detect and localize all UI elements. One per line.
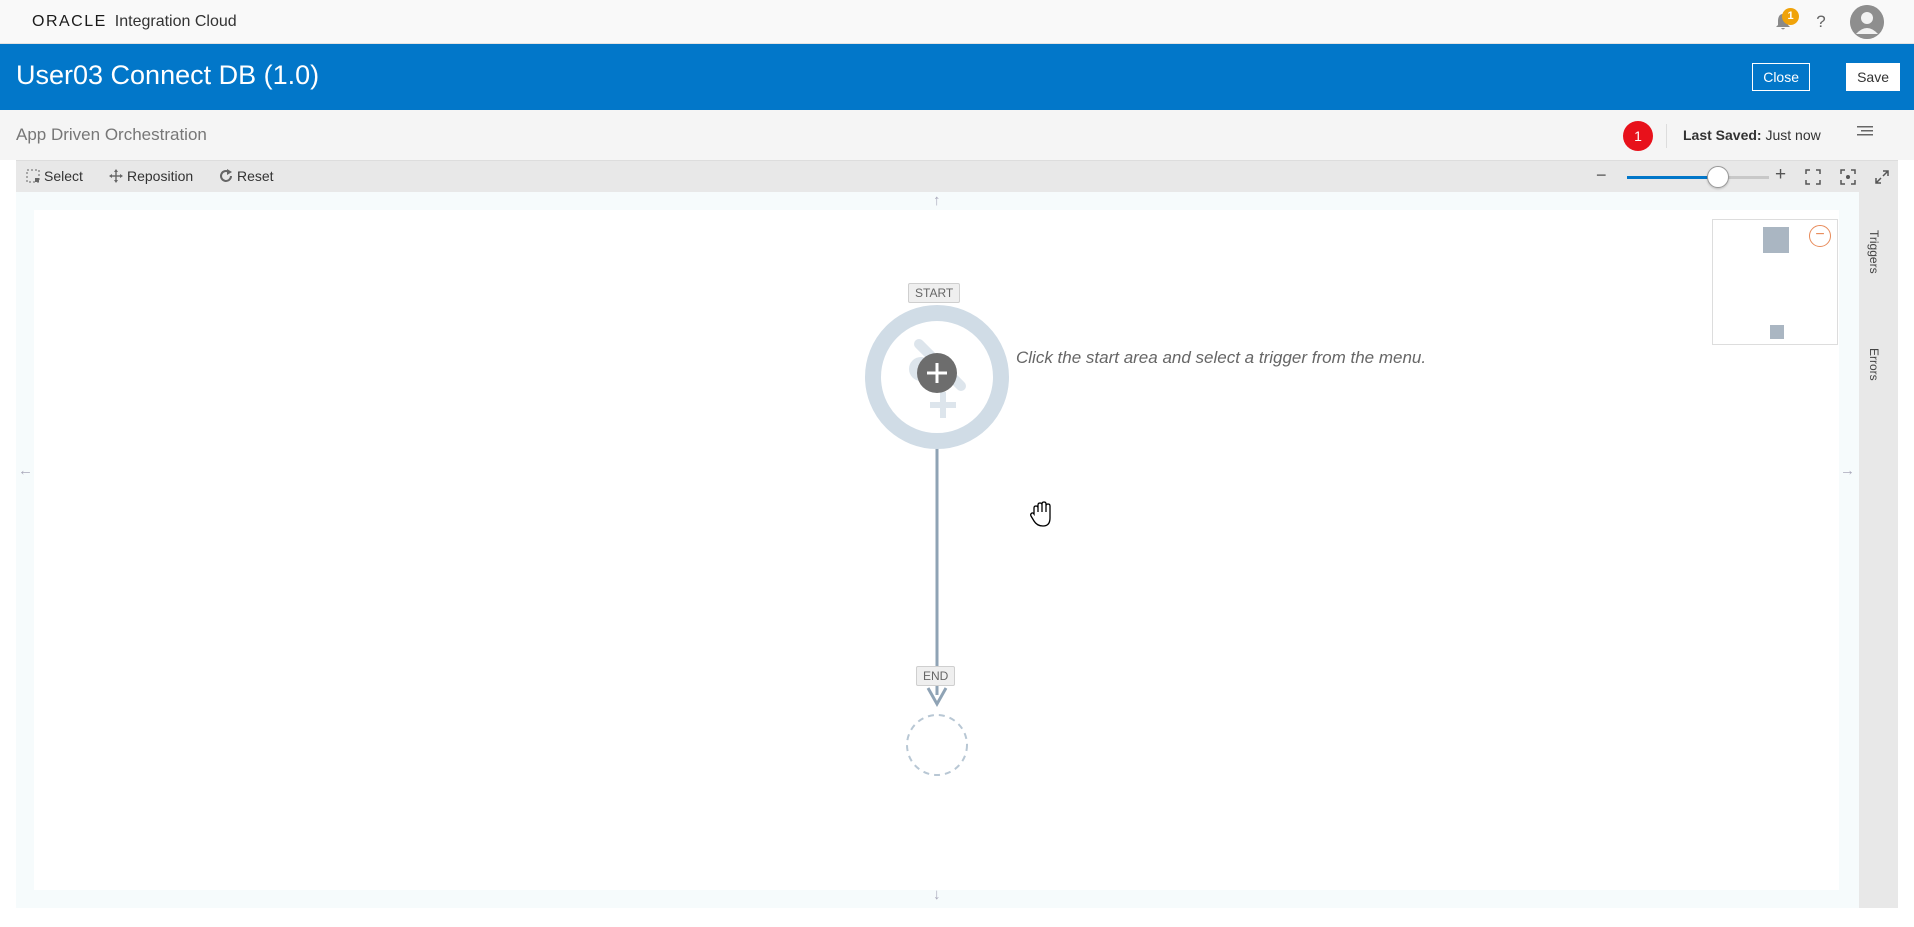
move-icon (109, 169, 123, 183)
canvas-toolbar: Select Reposition Reset − + (16, 160, 1898, 192)
end-node[interactable] (906, 714, 968, 776)
actions-menu-icon[interactable] (1857, 124, 1875, 140)
hamburger-icon (1857, 126, 1873, 136)
errors-tab[interactable]: Errors (1867, 348, 1881, 381)
subheader: App Driven Orchestration 1 Last Saved: J… (0, 110, 1914, 160)
zoom-slider[interactable] (1627, 166, 1769, 188)
select-icon (26, 169, 40, 183)
zoom-to-selection-icon[interactable] (1840, 169, 1856, 185)
refresh-icon (219, 169, 233, 183)
triggers-tab[interactable]: Triggers (1867, 230, 1881, 274)
right-side-panel: Triggers Errors (1859, 192, 1898, 908)
collapse-minimap-icon[interactable]: − (1809, 225, 1831, 247)
reposition-tool-button[interactable]: Reposition (109, 168, 193, 184)
reset-tool-button[interactable]: Reset (219, 168, 274, 184)
oracle-logo: ORACLE (32, 13, 107, 30)
reset-tool-label: Reset (237, 168, 274, 184)
canvas-overview-minimap[interactable]: − (1712, 219, 1838, 345)
header-actions: 1 ? (1774, 5, 1884, 39)
zoom-slider-fill (1627, 176, 1718, 179)
zoom-out-button[interactable]: − (1596, 165, 1607, 186)
start-trigger-node[interactable] (865, 305, 1009, 449)
help-icon[interactable]: ? (1814, 12, 1828, 32)
last-saved-value: Just now (1765, 127, 1821, 143)
last-saved-label: Last Saved: (1683, 127, 1762, 143)
start-label: START (908, 283, 961, 303)
select-tool-button[interactable]: Select (26, 168, 83, 184)
minimap-start-node (1763, 227, 1789, 253)
close-button[interactable]: Close (1752, 63, 1810, 91)
end-label: END (916, 666, 956, 686)
expand-icon[interactable] (1874, 169, 1890, 185)
notifications-bell-icon[interactable]: 1 (1774, 8, 1799, 32)
global-header: ORACLE Integration Cloud 1 ? (0, 0, 1914, 44)
orchestration-canvas[interactable]: ↑ ↓ ← → START END Click the start area a… (16, 192, 1859, 908)
error-count-badge[interactable]: 1 (1623, 121, 1653, 151)
select-tool-label: Select (44, 168, 83, 184)
notification-count-badge: 1 (1782, 8, 1799, 25)
zoom-in-button[interactable]: + (1775, 164, 1786, 186)
divider (1666, 124, 1667, 148)
integration-title-bar: User03 Connect DB (1.0) Close Save (0, 44, 1914, 110)
last-saved-status: Last Saved: Just now (1683, 127, 1821, 143)
save-button[interactable]: Save (1846, 63, 1900, 91)
zoom-slider-thumb[interactable] (1706, 166, 1729, 188)
user-avatar[interactable] (1850, 5, 1884, 39)
bottom-strip (16, 908, 1898, 927)
start-hint-text: Click the start area and select a trigge… (1016, 348, 1427, 367)
reposition-tool-label: Reposition (127, 168, 194, 184)
product-name: Integration Cloud (114, 13, 237, 30)
fit-to-screen-icon[interactable] (1805, 169, 1821, 185)
integration-title: User03 Connect DB (1.0) (16, 60, 320, 90)
integration-pattern-label: App Driven Orchestration (16, 125, 207, 144)
minimap-end-node (1770, 325, 1784, 339)
brand[interactable]: ORACLE Integration Cloud (32, 13, 237, 31)
user-avatar-icon (1850, 5, 1884, 39)
hand-cursor-icon (1028, 500, 1056, 535)
